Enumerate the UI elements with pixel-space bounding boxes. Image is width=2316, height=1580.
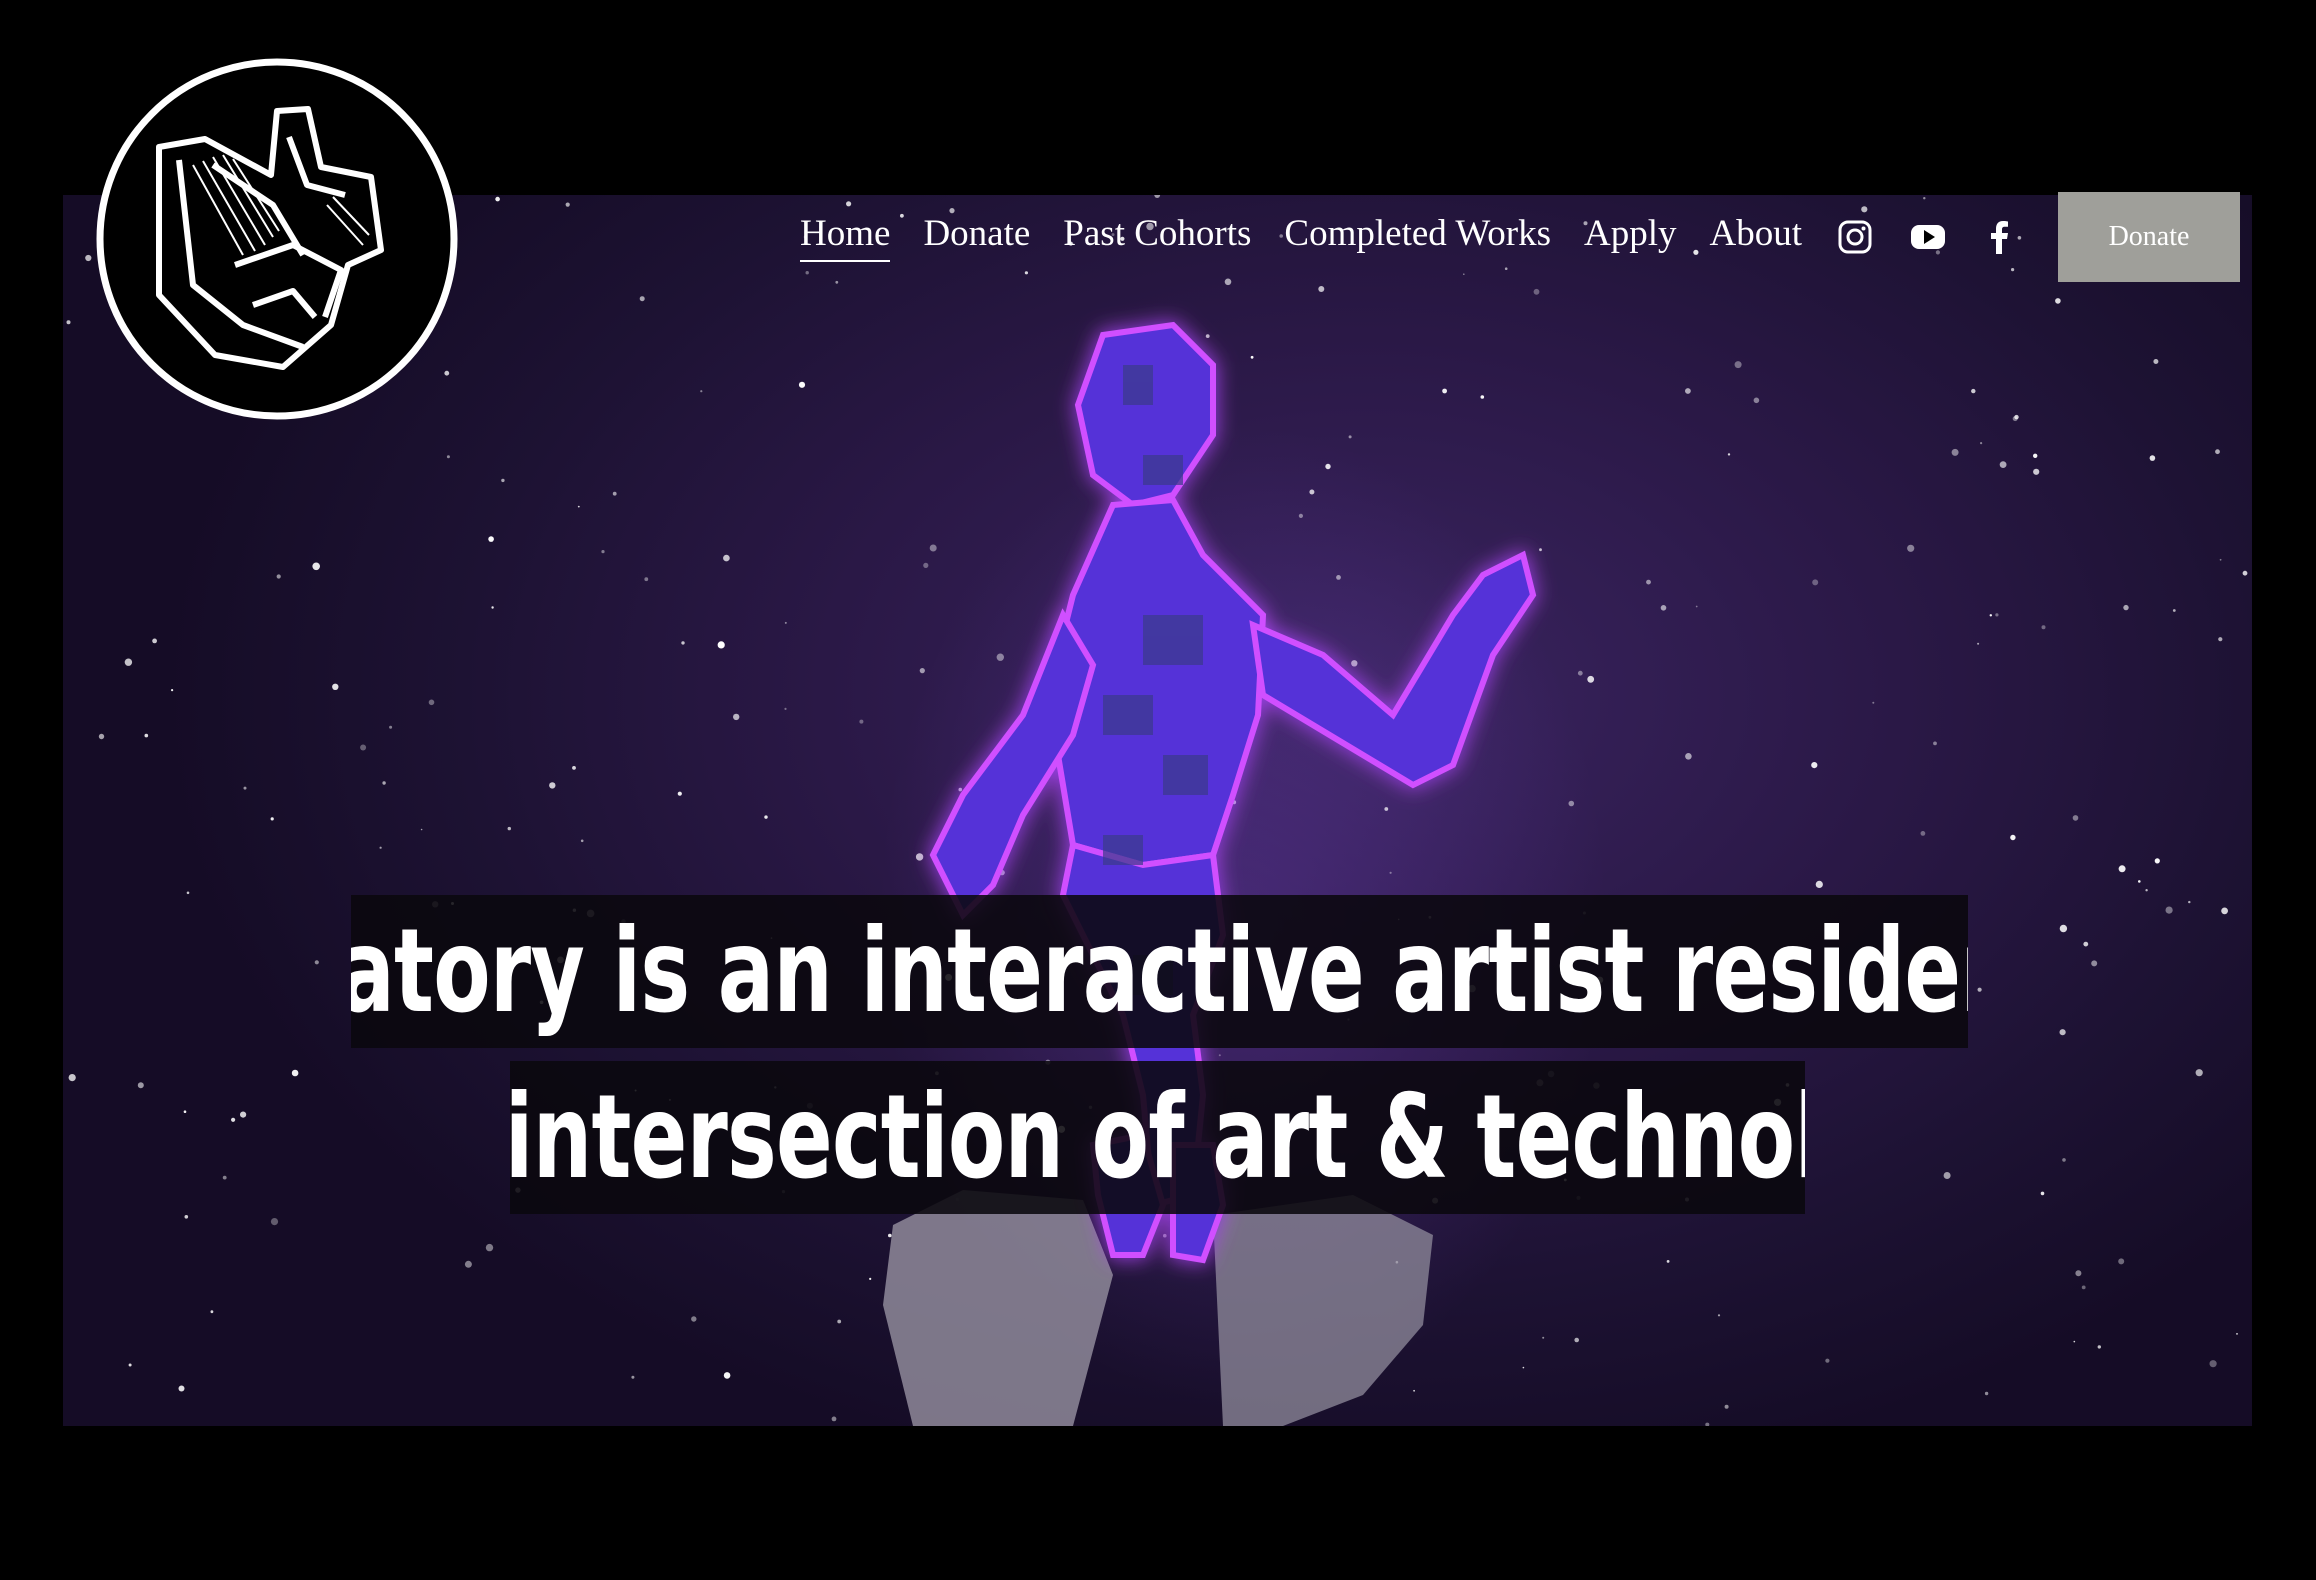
hero-headline-line-1: Laboratory is an interactive artist resi… [351, 895, 1968, 1048]
nav-donate[interactable]: Donate [923, 215, 1030, 262]
donate-button[interactable]: Donate [2058, 192, 2240, 282]
nav-past-cohorts[interactable]: Past Cohorts [1063, 215, 1251, 262]
main-nav: Home Donate Past Cohorts Completed Works… [800, 210, 1835, 266]
nav-home[interactable]: Home [800, 215, 891, 262]
nav-completed-works[interactable]: Completed Works [1284, 215, 1551, 262]
hero-headline-line-2: the intersection of art & technology [510, 1061, 1805, 1214]
nav-about[interactable]: About [1710, 215, 1803, 262]
hero-headline-line-2-text: the intersection of art & technology [510, 1069, 1805, 1205]
instagram-icon[interactable] [1836, 218, 1874, 256]
youtube-icon[interactable] [1909, 218, 1947, 256]
nav-apply[interactable]: Apply [1584, 215, 1677, 262]
laboratory-logo[interactable] [93, 55, 461, 423]
hero-headline-line-1-text: Laboratory is an interactive artist resi… [351, 903, 1968, 1039]
facebook-icon[interactable] [1981, 218, 2019, 256]
